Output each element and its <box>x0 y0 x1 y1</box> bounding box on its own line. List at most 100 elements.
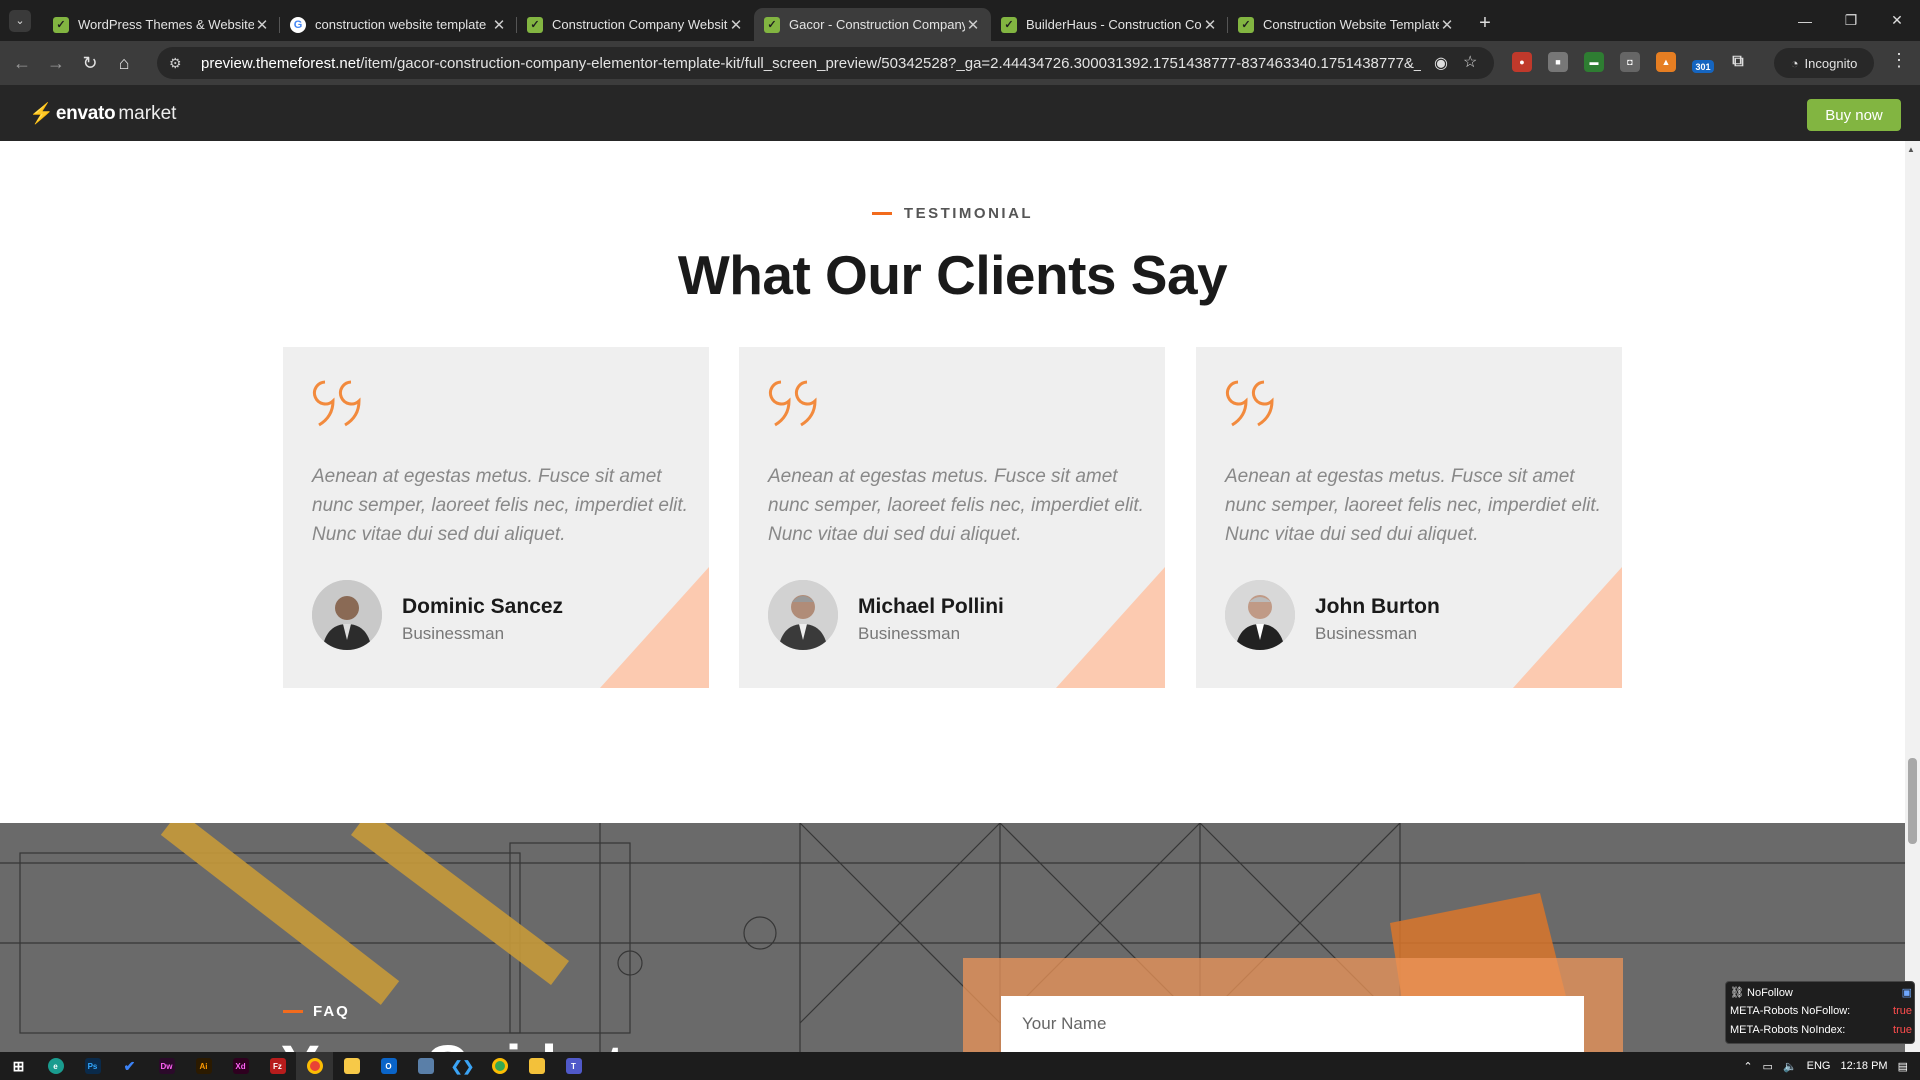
tab-active[interactable]: ✓ Gacor - Construction Company Elementor… <box>754 8 991 41</box>
photoshop-icon[interactable]: Ps <box>74 1052 111 1080</box>
forward-icon[interactable]: → <box>39 46 73 80</box>
xd-icon[interactable]: Xd <box>222 1052 259 1080</box>
windows-start-icon[interactable]: ⊞ <box>0 1052 37 1080</box>
outlook-icon[interactable]: O <box>370 1052 407 1080</box>
seo-row-label: META-Robots NoFollow: <box>1730 1005 1851 1017</box>
tray-chevron-icon[interactable]: ⌃ <box>1743 1060 1752 1073</box>
client-name: Michael Pollini <box>858 595 1004 618</box>
client-role: Businessman <box>858 624 961 643</box>
network-icon[interactable]: ▭ <box>1763 1060 1773 1073</box>
seo-row-value: true <box>1893 1005 1912 1017</box>
envato-logo[interactable]: ⚡ envato market <box>29 101 176 126</box>
file-explorer-icon[interactable] <box>518 1052 555 1080</box>
tab-search-button[interactable]: ⌄ <box>9 9 31 32</box>
restore-icon[interactable]: ❐ <box>1828 0 1874 41</box>
testimonial-quote: Aenean at egestas metus. Fusce sit amet … <box>1225 466 1601 545</box>
scroll-up-arrow[interactable]: ▲ <box>1907 145 1915 154</box>
your-name-input[interactable] <box>1001 996 1584 1052</box>
eyebrow-dash <box>283 1010 303 1013</box>
dreamweaver-icon[interactable]: Dw <box>148 1052 185 1080</box>
incognito-indicator[interactable]: ◔ Incognito <box>1774 48 1874 78</box>
volume-icon[interactable]: 🔈 <box>1783 1060 1797 1073</box>
page-scrollbar[interactable] <box>1905 141 1920 1052</box>
minimize-icon[interactable]: — <box>1782 0 1828 41</box>
buy-now-button[interactable]: Buy now <box>1807 99 1901 131</box>
seo-title-text: NoFollow <box>1747 987 1793 999</box>
chrome-icon[interactable] <box>296 1052 333 1080</box>
system-tray: ⌃ ▭ 🔈 ENG 12:18 PM ▤ <box>1743 1052 1920 1080</box>
tab[interactable]: ✓ Construction Website Templates ✕ <box>1228 8 1465 41</box>
tab[interactable]: ✓ WordPress Themes & Website Templates ✕ <box>43 8 280 41</box>
faq-section: FAQ Your Guide to <box>0 823 1905 1052</box>
close-window-icon[interactable]: ✕ <box>1874 0 1920 41</box>
tab-strip: ✓ WordPress Themes & Website Templates ✕… <box>43 0 1499 41</box>
seo-row: META-Robots NoFollow: true <box>1730 1005 1912 1017</box>
envato-icon: ✓ <box>53 16 69 33</box>
clock[interactable]: 12:18 PM <box>1841 1060 1888 1072</box>
windows-taskbar: ⊞ e Ps ✔ Dw Ai Xd Fz O ❮❯ T ⌃ ▭ 🔈 ENG 12… <box>0 1052 1920 1080</box>
seo-row: META-Robots NoIndex: true <box>1730 1024 1912 1036</box>
notifications-icon[interactable]: ▤ <box>1898 1060 1908 1073</box>
url-domain: preview.themeforest.net <box>201 54 361 72</box>
incognito-label: Incognito <box>1804 55 1858 71</box>
link-icon: ⛓ <box>1730 987 1744 999</box>
chrome-alt-icon[interactable] <box>481 1052 518 1080</box>
puzzle-icon[interactable]: ⧉ <box>1728 52 1748 72</box>
window-controls: — ❐ ✕ <box>1782 0 1920 41</box>
menu-icon[interactable]: ⋮ <box>1890 50 1908 71</box>
section-eyebrow: TESTIMONIAL <box>0 205 1905 222</box>
browser-tab-bar: ⌄ ✓ WordPress Themes & Website Templates… <box>0 0 1920 41</box>
extension-icon[interactable]: ● <box>1512 52 1532 72</box>
new-tab-button[interactable]: + <box>1471 9 1499 37</box>
client-role: Businessman <box>402 624 505 643</box>
close-icon[interactable]: ✕ <box>254 16 270 34</box>
close-icon[interactable]: ✕ <box>965 16 981 34</box>
incognito-icon: ◔ <box>1790 55 1799 71</box>
seo-row-label: META-Robots NoIndex: <box>1730 1024 1846 1036</box>
tab-title: construction website template <box>315 17 487 32</box>
teams-icon[interactable]: T <box>555 1052 592 1080</box>
scrollbar-thumb[interactable] <box>1908 758 1917 844</box>
star-icon[interactable]: ☆ <box>1463 52 1477 72</box>
url-path: /item/gacor-construction-company-element… <box>360 54 1421 72</box>
app-icon[interactable] <box>407 1052 444 1080</box>
faq-eyebrow-text: FAQ <box>313 1003 350 1020</box>
quote-icon <box>1225 380 1274 427</box>
edge-icon[interactable]: e <box>37 1052 74 1080</box>
todo-icon[interactable]: ✔ <box>111 1052 148 1080</box>
client-name: John Burton <box>1315 595 1440 618</box>
reload-icon[interactable]: ↻ <box>73 46 107 80</box>
quote-icon <box>768 380 817 427</box>
illustrator-icon[interactable]: Ai <box>185 1052 222 1080</box>
language-indicator[interactable]: ENG <box>1807 1060 1831 1072</box>
logo-suffix: market <box>118 102 177 124</box>
eye-off-icon[interactable]: ◉ <box>1434 53 1448 73</box>
extension-icon[interactable]: ▲ <box>1656 52 1676 72</box>
url-text[interactable]: preview.themeforest.net/item/gacor-const… <box>201 55 1421 72</box>
seo-popup: ⛓ NoFollow ▣ META-Robots NoFollow: true … <box>1725 981 1915 1044</box>
tab-title: Construction Website Templates <box>1263 17 1439 32</box>
site-info-icon[interactable]: ⚙ <box>169 55 189 72</box>
tab[interactable]: ✓ BuilderHaus - Construction Company ✕ <box>991 8 1228 41</box>
redirect-badge[interactable]: 301 <box>1692 60 1714 73</box>
avatar <box>312 580 382 650</box>
client-role: Businessman <box>1315 624 1418 643</box>
tab[interactable]: ✓ Construction Company Website Templates… <box>517 8 754 41</box>
close-icon[interactable]: ✕ <box>1439 16 1455 34</box>
tab-title: WordPress Themes & Website Templates <box>78 17 254 32</box>
address-bar[interactable]: ⚙ preview.themeforest.net/item/gacor-con… <box>157 47 1494 79</box>
extension-icon[interactable]: ■ <box>1548 52 1568 72</box>
sticky-notes-icon[interactable] <box>333 1052 370 1080</box>
extension-icon[interactable]: ▬ <box>1584 52 1604 72</box>
filezilla-icon[interactable]: Fz <box>259 1052 296 1080</box>
home-icon[interactable]: ⌂ <box>107 46 141 80</box>
faq-heading: Your Guide to <box>281 1033 660 1052</box>
popup-close-icon[interactable]: ▣ <box>1902 986 1912 999</box>
vscode-icon[interactable]: ❮❯ <box>444 1052 481 1080</box>
close-icon[interactable]: ✕ <box>1202 16 1218 34</box>
tab[interactable]: G construction website template ✕ <box>280 8 517 41</box>
close-icon[interactable]: ✕ <box>491 16 507 34</box>
close-icon[interactable]: ✕ <box>728 16 744 34</box>
back-icon[interactable]: ← <box>5 46 39 80</box>
camera-icon[interactable]: ◘ <box>1620 52 1640 72</box>
